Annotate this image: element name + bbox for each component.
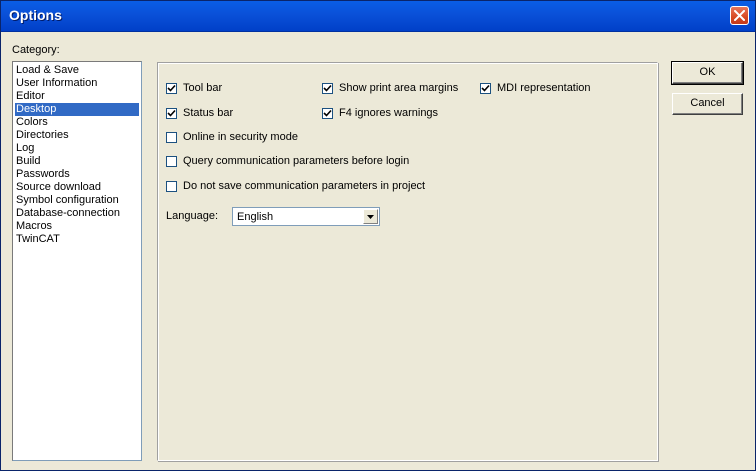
language-value: English — [237, 211, 274, 223]
status-bar-checkbox[interactable]: Status bar — [166, 107, 233, 119]
cancel-button[interactable]: Cancel — [672, 93, 743, 115]
checkbox-box — [322, 82, 333, 94]
status-bar-label: Status bar — [183, 107, 234, 119]
category-list[interactable]: Load & Save User Information Editor Desk… — [12, 61, 142, 461]
show-print-area-margins-checkbox[interactable]: Show print area margins — [322, 82, 458, 94]
mdi-representation-checkbox[interactable]: MDI representation — [480, 82, 591, 94]
show-print-area-margins-label: Show print area margins — [339, 82, 459, 94]
mdi-representation-label: MDI representation — [497, 82, 591, 94]
f4-ignores-warnings-checkbox[interactable]: F4 ignores warnings — [322, 107, 438, 119]
category-item-build[interactable]: Build — [15, 155, 139, 168]
category-item-symbol-configuration[interactable]: Symbol configuration — [15, 194, 139, 207]
tool-bar-checkbox[interactable]: Tool bar — [166, 82, 222, 94]
checkbox-box — [166, 155, 177, 167]
options-dialog: Options Category: Load & Save User Infor… — [0, 0, 756, 471]
category-item-macros[interactable]: Macros — [15, 220, 139, 233]
category-item-twincat[interactable]: TwinCAT — [15, 233, 139, 246]
desktop-options-panel — [157, 62, 658, 461]
checkmark-icon — [323, 84, 332, 92]
category-item-editor[interactable]: Editor — [15, 90, 139, 103]
online-security-mode-checkbox[interactable]: Online in security mode — [166, 131, 298, 143]
query-comm-params-checkbox[interactable]: Query communication parameters before lo… — [166, 155, 409, 167]
ok-button[interactable]: OK — [671, 61, 744, 85]
category-item-desktop[interactable]: Desktop — [15, 103, 139, 116]
category-item-directories[interactable]: Directories — [15, 129, 139, 142]
category-label: Category: — [12, 44, 60, 56]
checkmark-icon — [481, 84, 490, 92]
title-bar[interactable]: Options — [1, 1, 755, 32]
category-item-user-information[interactable]: User Information — [15, 77, 139, 90]
no-save-comm-params-label: Do not save communication parameters in … — [183, 180, 426, 192]
category-item-database-connection[interactable]: Database-connection — [15, 207, 139, 220]
tool-bar-label: Tool bar — [183, 82, 223, 94]
category-item-source-download[interactable]: Source download — [15, 181, 139, 194]
language-label: Language: — [166, 210, 218, 222]
category-item-colors[interactable]: Colors — [15, 116, 139, 129]
checkbox-box — [322, 107, 333, 119]
window-title: Options — [9, 7, 62, 23]
category-item-passwords[interactable]: Passwords — [15, 168, 139, 181]
no-save-comm-params-checkbox[interactable]: Do not save communication parameters in … — [166, 180, 425, 192]
checkbox-box — [166, 131, 177, 143]
chevron-down-icon — [367, 215, 374, 219]
checkmark-icon — [323, 109, 332, 117]
close-icon — [734, 10, 745, 21]
language-select[interactable]: English — [232, 207, 380, 226]
category-item-log[interactable]: Log — [15, 142, 139, 155]
close-button[interactable] — [730, 6, 749, 25]
category-item-load-save[interactable]: Load & Save — [15, 64, 139, 77]
checkbox-box — [166, 107, 177, 119]
checkbox-box — [480, 82, 491, 94]
checkbox-box — [166, 82, 177, 94]
language-dropdown-button[interactable] — [363, 209, 378, 224]
query-comm-params-label: Query communication parameters before lo… — [183, 155, 410, 167]
online-security-mode-label: Online in security mode — [183, 131, 298, 143]
checkmark-icon — [167, 84, 176, 92]
f4-ignores-warnings-label: F4 ignores warnings — [339, 107, 439, 119]
checkmark-icon — [167, 109, 176, 117]
checkbox-box — [166, 180, 177, 192]
